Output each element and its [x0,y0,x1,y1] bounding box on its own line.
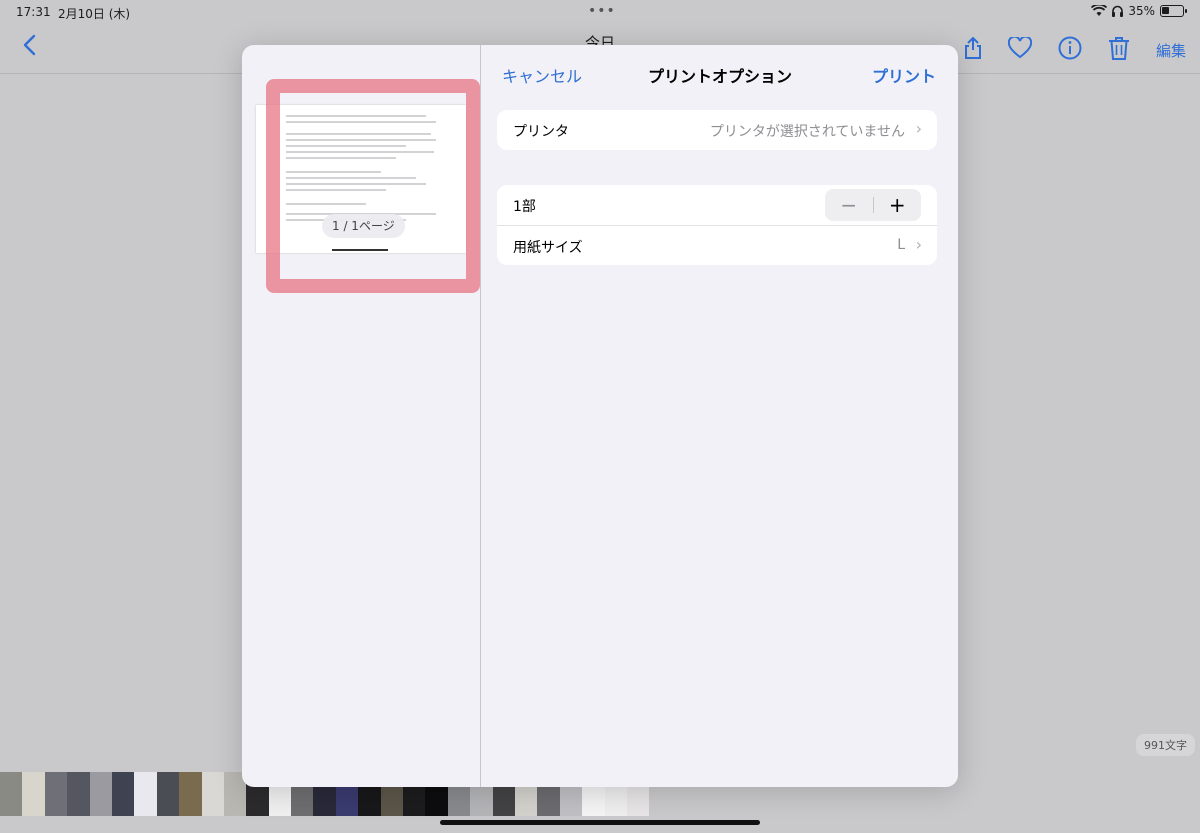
battery-icon [1160,5,1187,17]
headphones-icon [1112,5,1124,17]
minus-icon[interactable]: − [825,189,873,221]
status-date: 2月10日 (木) [58,7,131,21]
back-chevron-icon[interactable] [22,34,36,62]
options-group: 1部 − + 用紙サイズ L › [497,185,937,265]
print-options-sheet: 1 / 1ページ キャンセル プリントオプション プリント プリンタ プリンタが… [242,45,958,787]
thumbnail[interactable] [67,772,90,816]
print-preview-pane: 1 / 1ページ [242,45,481,787]
page-indicator: 1 / 1ページ [322,214,405,238]
chevron-right-icon: › [915,235,922,254]
printer-label: プリンタ [513,124,569,140]
copies-label: 1部 [513,199,536,215]
thumbnail[interactable] [0,772,23,816]
paper-size-value: L [897,237,905,253]
battery-percent: 35% [1128,4,1155,18]
print-button[interactable]: プリント [872,63,936,87]
status-right: 35% [1091,4,1187,18]
copies-row: 1部 − + [497,185,937,225]
paper-size-label: 用紙サイズ [513,240,583,256]
trash-icon[interactable] [1108,36,1130,65]
thumbnail[interactable] [201,772,224,816]
home-indicator[interactable] [440,820,760,825]
chevron-right-icon: › [915,119,922,138]
sheet-header: キャンセル プリントオプション プリント [482,45,958,101]
copies-stepper[interactable]: − + [825,189,921,221]
paper-size-row[interactable]: 用紙サイズ L › [497,225,937,265]
thumbnail[interactable] [156,772,180,816]
thumbnail[interactable] [111,772,135,816]
thumbnail[interactable] [134,772,157,816]
printer-value: プリンタが選択されていません [709,124,905,140]
multitasking-dots-icon[interactable]: ••• [588,3,616,19]
printer-group: プリンタ プリンタが選択されていません › [497,110,937,150]
nav-actions: 編集 [964,35,1186,65]
info-icon[interactable] [1058,36,1082,65]
status-bar: 17:31 2月10日 (木) ••• 35% [0,0,1200,26]
word-count: 991文字 [1136,734,1195,756]
printer-row[interactable]: プリンタ プリンタが選択されていません › [497,110,937,150]
pink-highlight-frame [266,79,480,293]
print-options-pane: キャンセル プリントオプション プリント プリンタ プリンタが選択されていません… [482,45,958,787]
plus-icon[interactable]: + [874,189,922,221]
thumbnail[interactable] [44,772,68,816]
thumbnail[interactable] [22,772,45,816]
share-icon[interactable] [964,36,982,64]
thumbnail[interactable] [89,772,112,816]
thumbnail[interactable] [179,772,202,816]
heart-icon[interactable] [1007,35,1033,64]
wifi-icon [1091,5,1108,16]
status-time: 17:31 [16,5,51,19]
edit-button[interactable]: 編集 [1156,39,1186,63]
